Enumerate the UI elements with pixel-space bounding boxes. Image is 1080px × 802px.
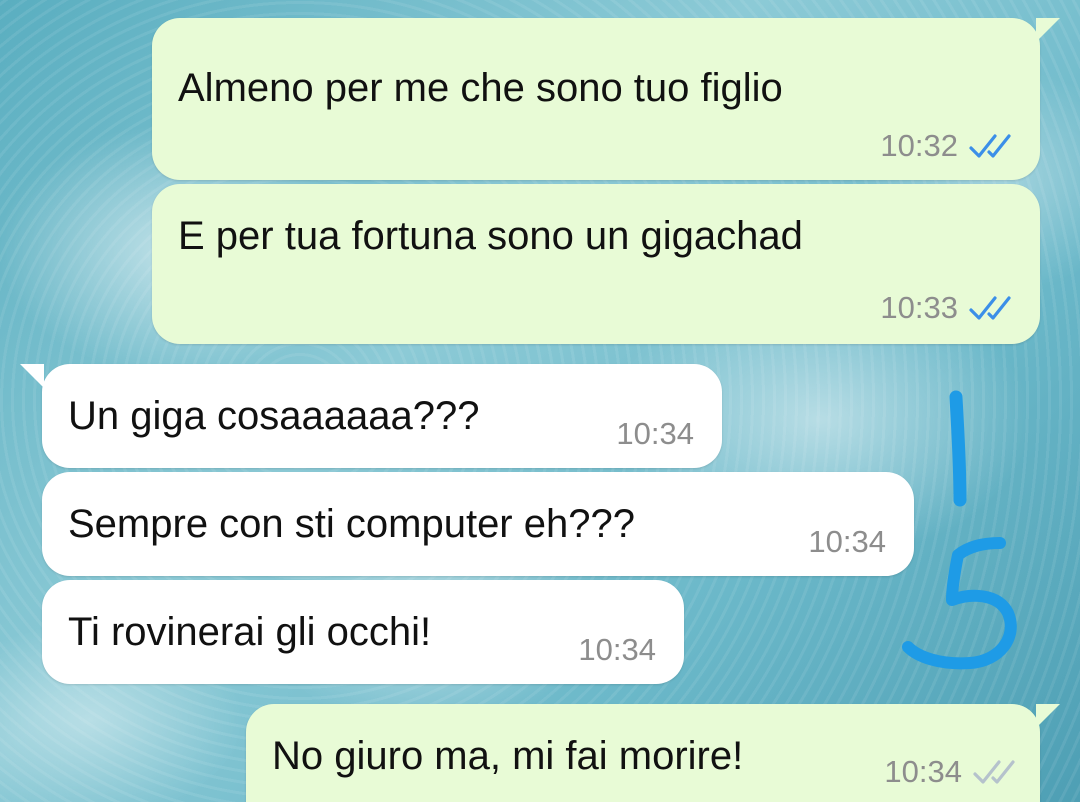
- message-bubble-outgoing[interactable]: No giuro ma, mi fai morire! 10:34: [246, 704, 1060, 802]
- message-bubble-outgoing[interactable]: E per tua fortuna sono un gigachad 10:33: [152, 184, 1040, 344]
- message-time: 10:32: [880, 128, 958, 163]
- message-text: No giuro ma, mi fai morire!: [272, 734, 744, 778]
- message-text: Ti rovinerai gli occhi!: [68, 610, 432, 654]
- message-meta: 10:34: [578, 634, 656, 665]
- double-check-icon: [969, 133, 1011, 158]
- message-time: 10:34: [616, 416, 694, 451]
- message-meta: 10:34: [616, 418, 694, 449]
- chat-view: Almeno per me che sono tuo figlio 10:32 …: [0, 0, 1080, 802]
- message-meta: 10:33: [880, 292, 1014, 323]
- message-meta: 10:34: [884, 756, 1018, 787]
- message-bubble-outgoing[interactable]: Almeno per me che sono tuo figlio 10:32: [152, 18, 1060, 180]
- double-check-icon: [969, 295, 1011, 320]
- message-bubble-incoming[interactable]: Ti rovinerai gli occhi! 10:34: [42, 580, 684, 684]
- handwritten-annotation: [902, 390, 1017, 670]
- message-time: 10:33: [880, 290, 958, 325]
- bubble-tail: [1036, 704, 1060, 728]
- message-text: E per tua fortuna sono un gigachad: [178, 214, 803, 258]
- bubble-tail: [20, 364, 44, 388]
- message-text: Sempre con sti computer eh???: [68, 502, 635, 546]
- message-text: Almeno per me che sono tuo figlio: [178, 66, 783, 110]
- message-text: Un giga cosaaaaaa???: [68, 394, 480, 438]
- message-bubble-incoming[interactable]: Un giga cosaaaaaa??? 10:34: [20, 364, 722, 468]
- message-time: 10:34: [808, 524, 886, 559]
- message-meta: 10:32: [880, 130, 1014, 161]
- message-time: 10:34: [578, 632, 656, 667]
- double-check-icon: [973, 759, 1015, 784]
- bubble-tail: [1036, 18, 1060, 42]
- message-meta: 10:34: [808, 526, 886, 557]
- message-time: 10:34: [884, 754, 962, 789]
- message-bubble-incoming[interactable]: Sempre con sti computer eh??? 10:34: [42, 472, 914, 576]
